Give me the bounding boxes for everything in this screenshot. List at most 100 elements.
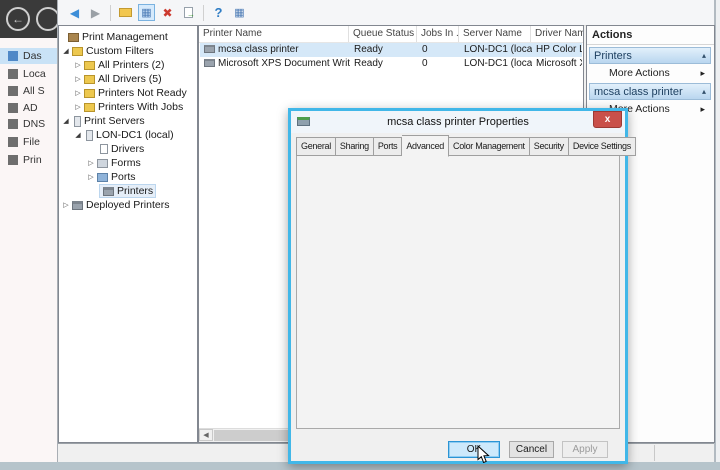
- filter-icon: [84, 61, 95, 70]
- tab-device-settings[interactable]: Device Settings: [569, 137, 636, 156]
- collapsed-triangle-icon[interactable]: ▷: [73, 103, 83, 111]
- more-actions-printers[interactable]: More Actions ▸: [589, 66, 711, 80]
- toolbar-separator: [203, 5, 204, 21]
- tree-item-label[interactable]: All Printers (2): [98, 59, 165, 71]
- collapsed-triangle-icon[interactable]: ▷: [86, 159, 96, 167]
- tree-item-printers-not-ready[interactable]: ▷ Printers Not Ready: [73, 86, 187, 100]
- sidebar-item-label: Loca: [23, 68, 46, 80]
- actions-section-printers[interactable]: Printers ▴: [589, 47, 711, 64]
- cell-printer-name: Microsoft XPS Document Writer: [218, 58, 350, 69]
- up-level-folder-icon[interactable]: [117, 4, 134, 21]
- back-circle-icon[interactable]: ←: [6, 7, 30, 31]
- apply-button[interactable]: Apply: [562, 441, 608, 458]
- tree-item-all-drivers[interactable]: ▷ All Drivers (5): [73, 72, 162, 86]
- actions-section-title: Printers: [594, 50, 632, 62]
- cancel-button[interactable]: Cancel: [509, 441, 554, 458]
- cell-printer-name: mcsa class printer: [218, 44, 299, 55]
- printer-icon: [204, 45, 215, 53]
- sidebar-item-label: Prin: [23, 154, 42, 166]
- tree-item-label[interactable]: Forms: [111, 157, 141, 169]
- expanded-triangle-icon[interactable]: ◢: [73, 131, 83, 139]
- collapsed-triangle-icon[interactable]: ▷: [73, 61, 83, 69]
- column-header-jobs-in[interactable]: Jobs In ...: [417, 26, 459, 42]
- collapsed-triangle-icon[interactable]: ▷: [61, 201, 71, 209]
- help-icon[interactable]: ?: [210, 4, 227, 21]
- tree-item-label[interactable]: Ports: [111, 171, 136, 183]
- print-management-icon: [68, 33, 79, 42]
- collapsed-triangle-icon[interactable]: ▷: [86, 173, 96, 181]
- forms-icon: [97, 159, 108, 168]
- collapse-caret-icon[interactable]: ▴: [702, 87, 706, 96]
- toolbar-separator: [110, 5, 111, 21]
- column-header-server-name[interactable]: Server Name: [459, 26, 531, 42]
- printer-row-xps[interactable]: Microsoft XPS Document Writer Ready 0 LO…: [200, 57, 582, 71]
- tree-item-label[interactable]: LON-DC1 (local): [96, 129, 174, 141]
- collapsed-triangle-icon[interactable]: ▷: [73, 89, 83, 97]
- tree-item-label[interactable]: All Drivers (5): [98, 73, 162, 85]
- sidebar-item-label: Das: [23, 50, 42, 62]
- tree-item-drivers[interactable]: Drivers: [99, 142, 144, 156]
- tab-general[interactable]: General: [296, 137, 336, 156]
- tree-item-label[interactable]: Print Management: [82, 31, 168, 43]
- export-list-icon[interactable]: →: [180, 4, 197, 21]
- console-toolbar: ◀ ▶ ▦ ✖ → ? ▦: [58, 0, 714, 26]
- collapsed-triangle-icon[interactable]: ▷: [73, 75, 83, 83]
- filter-icon: [84, 89, 95, 98]
- close-icon[interactable]: x: [593, 111, 622, 128]
- sidebar-item-dashboard[interactable]: Das: [0, 48, 57, 64]
- printer-properties-dialog: mcsa class printer Properties x General …: [288, 108, 628, 464]
- tree-item-custom-filters[interactable]: ◢ Custom Filters: [61, 44, 154, 58]
- column-header-printer-name[interactable]: Printer Name: [199, 26, 349, 42]
- actions-section-mcsa-printer[interactable]: mcsa class printer ▴: [589, 83, 711, 100]
- tree-item-label[interactable]: Print Servers: [84, 115, 145, 127]
- tree-item-print-management[interactable]: Print Management: [67, 30, 168, 44]
- sidebar-item-local-server[interactable]: Loca: [0, 66, 57, 82]
- actions-pane-title: Actions: [592, 29, 632, 41]
- column-header-driver-name[interactable]: Driver Name: [531, 26, 583, 42]
- back-icon[interactable]: ◀: [66, 4, 83, 21]
- tree-item-label[interactable]: Deployed Printers: [86, 199, 169, 211]
- forward-icon[interactable]: ▶: [87, 4, 104, 21]
- console-tree-pane: Print Management ◢ Custom Filters ▷ All …: [58, 25, 198, 443]
- tree-item-printers-with-jobs[interactable]: ▷ Printers With Jobs: [73, 100, 183, 114]
- sidebar-item-ad[interactable]: AD: [0, 100, 57, 116]
- column-header-queue-status[interactable]: Queue Status: [349, 26, 417, 42]
- dialog-title: mcsa class printer Properties: [291, 111, 625, 133]
- tree-item-label[interactable]: Drivers: [111, 143, 144, 155]
- sidebar-item-file-services[interactable]: File: [0, 134, 57, 150]
- printer-row-mcsa[interactable]: mcsa class printer Ready 0 LON-DC1 (loca…: [200, 43, 582, 57]
- tab-ports[interactable]: Ports: [374, 137, 403, 156]
- sidebar-item-print-services[interactable]: Prin: [0, 152, 57, 168]
- ok-button[interactable]: OK: [448, 441, 500, 458]
- tab-color-management[interactable]: Color Management: [449, 137, 530, 156]
- tree-item-label[interactable]: Printers: [117, 185, 153, 197]
- sidebar-item-all-servers[interactable]: All S: [0, 83, 57, 99]
- submenu-arrow-icon: ▸: [700, 68, 705, 79]
- tree-item-label[interactable]: Printers Not Ready: [98, 87, 187, 99]
- tab-security[interactable]: Security: [530, 137, 569, 156]
- tree-item-printers-selected[interactable]: Printers: [99, 184, 156, 198]
- tree-item-label[interactable]: Printers With Jobs: [98, 101, 183, 113]
- expanded-triangle-icon[interactable]: ◢: [61, 117, 71, 125]
- tab-sharing[interactable]: Sharing: [336, 137, 374, 156]
- server-icon: [74, 116, 81, 127]
- print-services-icon: [8, 155, 18, 165]
- servers-icon: [8, 86, 18, 96]
- tree-item-ports[interactable]: ▷ Ports: [86, 170, 136, 184]
- tree-item-all-printers[interactable]: ▷ All Printers (2): [73, 58, 165, 72]
- tab-advanced[interactable]: Advanced: [402, 135, 449, 157]
- tree-item-deployed-printers[interactable]: ▷ Deployed Printers: [61, 198, 169, 212]
- dialog-title-bar[interactable]: mcsa class printer Properties x: [291, 111, 625, 133]
- tree-item-lon-dc1[interactable]: ◢ LON-DC1 (local): [73, 128, 174, 142]
- console-tree-toggle-icon[interactable]: ▦: [138, 4, 155, 21]
- tree-item-print-servers[interactable]: ◢ Print Servers: [61, 114, 145, 128]
- sidebar-item-dns[interactable]: DNS: [0, 116, 57, 132]
- tree-item-label[interactable]: Custom Filters: [86, 45, 154, 57]
- tree-item-forms[interactable]: ▷ Forms: [86, 156, 141, 170]
- expanded-triangle-icon[interactable]: ◢: [61, 47, 71, 55]
- more-actions-label: More Actions: [609, 67, 670, 79]
- scroll-left-icon[interactable]: ◀: [199, 429, 213, 441]
- collapse-caret-icon[interactable]: ▴: [702, 51, 706, 60]
- action-pane-toggle-icon[interactable]: ▦: [231, 4, 248, 21]
- delete-icon[interactable]: ✖: [159, 4, 176, 21]
